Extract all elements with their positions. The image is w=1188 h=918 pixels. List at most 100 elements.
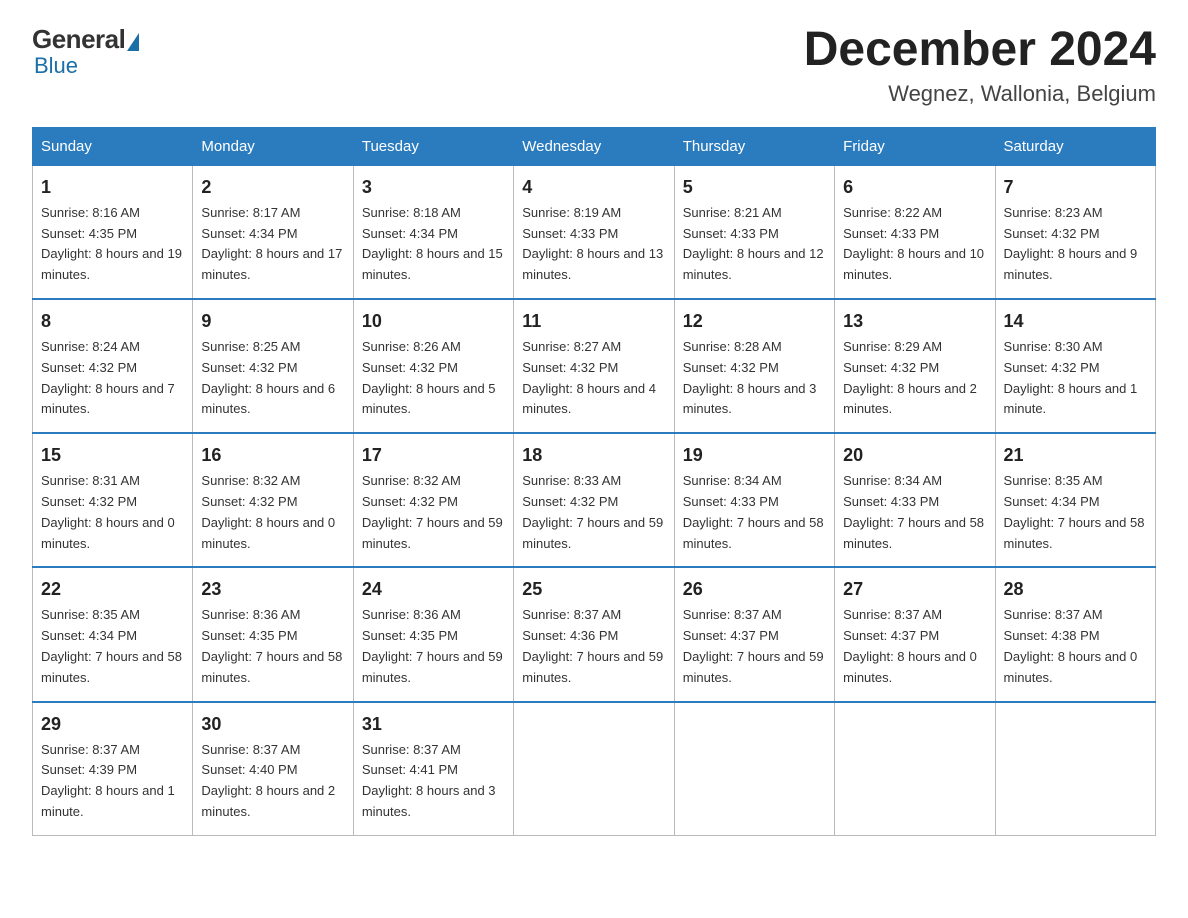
calendar-cell: [674, 702, 834, 836]
calendar-cell: 7Sunrise: 8:23 AMSunset: 4:32 PMDaylight…: [995, 165, 1155, 299]
day-info: Sunrise: 8:35 AMSunset: 4:34 PMDaylight:…: [1004, 471, 1147, 554]
day-info: Sunrise: 8:19 AMSunset: 4:33 PMDaylight:…: [522, 203, 665, 286]
calendar-cell: 2Sunrise: 8:17 AMSunset: 4:34 PMDaylight…: [193, 165, 353, 299]
day-number: 20: [843, 442, 986, 469]
day-number: 10: [362, 308, 505, 335]
calendar-cell: 11Sunrise: 8:27 AMSunset: 4:32 PMDayligh…: [514, 299, 674, 433]
calendar-cell: 23Sunrise: 8:36 AMSunset: 4:35 PMDayligh…: [193, 567, 353, 701]
calendar-week-row: 15Sunrise: 8:31 AMSunset: 4:32 PMDayligh…: [33, 433, 1156, 567]
day-number: 25: [522, 576, 665, 603]
calendar-week-row: 8Sunrise: 8:24 AMSunset: 4:32 PMDaylight…: [33, 299, 1156, 433]
calendar-body: 1Sunrise: 8:16 AMSunset: 4:35 PMDaylight…: [33, 165, 1156, 835]
page-header: General Blue December 2024 Wegnez, Wallo…: [32, 24, 1156, 107]
day-number: 27: [843, 576, 986, 603]
calendar-header: Sunday Monday Tuesday Wednesday Thursday…: [33, 127, 1156, 165]
logo-blue-text: Blue: [34, 53, 78, 79]
day-info: Sunrise: 8:30 AMSunset: 4:32 PMDaylight:…: [1004, 337, 1147, 420]
day-info: Sunrise: 8:27 AMSunset: 4:32 PMDaylight:…: [522, 337, 665, 420]
day-info: Sunrise: 8:21 AMSunset: 4:33 PMDaylight:…: [683, 203, 826, 286]
day-number: 6: [843, 174, 986, 201]
calendar-cell: 8Sunrise: 8:24 AMSunset: 4:32 PMDaylight…: [33, 299, 193, 433]
logo-general-text: General: [32, 24, 125, 55]
calendar-cell: [995, 702, 1155, 836]
calendar-cell: 6Sunrise: 8:22 AMSunset: 4:33 PMDaylight…: [835, 165, 995, 299]
calendar-cell: 14Sunrise: 8:30 AMSunset: 4:32 PMDayligh…: [995, 299, 1155, 433]
location-text: Wegnez, Wallonia, Belgium: [804, 81, 1156, 107]
header-row: Sunday Monday Tuesday Wednesday Thursday…: [33, 127, 1156, 165]
calendar-cell: 27Sunrise: 8:37 AMSunset: 4:37 PMDayligh…: [835, 567, 995, 701]
col-friday: Friday: [835, 127, 995, 165]
day-number: 16: [201, 442, 344, 469]
day-info: Sunrise: 8:29 AMSunset: 4:32 PMDaylight:…: [843, 337, 986, 420]
day-info: Sunrise: 8:17 AMSunset: 4:34 PMDaylight:…: [201, 203, 344, 286]
col-tuesday: Tuesday: [353, 127, 513, 165]
calendar-cell: 12Sunrise: 8:28 AMSunset: 4:32 PMDayligh…: [674, 299, 834, 433]
calendar-cell: 20Sunrise: 8:34 AMSunset: 4:33 PMDayligh…: [835, 433, 995, 567]
calendar-cell: [514, 702, 674, 836]
day-number: 5: [683, 174, 826, 201]
day-info: Sunrise: 8:36 AMSunset: 4:35 PMDaylight:…: [362, 605, 505, 688]
day-info: Sunrise: 8:22 AMSunset: 4:33 PMDaylight:…: [843, 203, 986, 286]
day-info: Sunrise: 8:26 AMSunset: 4:32 PMDaylight:…: [362, 337, 505, 420]
calendar-cell: 29Sunrise: 8:37 AMSunset: 4:39 PMDayligh…: [33, 702, 193, 836]
calendar-cell: 25Sunrise: 8:37 AMSunset: 4:36 PMDayligh…: [514, 567, 674, 701]
day-info: Sunrise: 8:32 AMSunset: 4:32 PMDaylight:…: [362, 471, 505, 554]
title-area: December 2024 Wegnez, Wallonia, Belgium: [804, 24, 1156, 107]
day-number: 30: [201, 711, 344, 738]
logo-triangle-icon: [127, 33, 139, 51]
day-info: Sunrise: 8:24 AMSunset: 4:32 PMDaylight:…: [41, 337, 184, 420]
col-monday: Monday: [193, 127, 353, 165]
day-number: 26: [683, 576, 826, 603]
day-info: Sunrise: 8:28 AMSunset: 4:32 PMDaylight:…: [683, 337, 826, 420]
col-wednesday: Wednesday: [514, 127, 674, 165]
calendar-cell: 4Sunrise: 8:19 AMSunset: 4:33 PMDaylight…: [514, 165, 674, 299]
day-info: Sunrise: 8:37 AMSunset: 4:36 PMDaylight:…: [522, 605, 665, 688]
calendar-week-row: 29Sunrise: 8:37 AMSunset: 4:39 PMDayligh…: [33, 702, 1156, 836]
calendar-cell: 10Sunrise: 8:26 AMSunset: 4:32 PMDayligh…: [353, 299, 513, 433]
day-number: 18: [522, 442, 665, 469]
day-number: 28: [1004, 576, 1147, 603]
day-number: 8: [41, 308, 184, 335]
day-number: 22: [41, 576, 184, 603]
day-info: Sunrise: 8:33 AMSunset: 4:32 PMDaylight:…: [522, 471, 665, 554]
day-info: Sunrise: 8:16 AMSunset: 4:35 PMDaylight:…: [41, 203, 184, 286]
calendar-cell: 24Sunrise: 8:36 AMSunset: 4:35 PMDayligh…: [353, 567, 513, 701]
day-number: 14: [1004, 308, 1147, 335]
calendar-cell: 28Sunrise: 8:37 AMSunset: 4:38 PMDayligh…: [995, 567, 1155, 701]
calendar-cell: 30Sunrise: 8:37 AMSunset: 4:40 PMDayligh…: [193, 702, 353, 836]
day-number: 12: [683, 308, 826, 335]
calendar-cell: 13Sunrise: 8:29 AMSunset: 4:32 PMDayligh…: [835, 299, 995, 433]
day-info: Sunrise: 8:32 AMSunset: 4:32 PMDaylight:…: [201, 471, 344, 554]
calendar-cell: [835, 702, 995, 836]
day-info: Sunrise: 8:25 AMSunset: 4:32 PMDaylight:…: [201, 337, 344, 420]
day-info: Sunrise: 8:37 AMSunset: 4:40 PMDaylight:…: [201, 740, 344, 823]
calendar-cell: 17Sunrise: 8:32 AMSunset: 4:32 PMDayligh…: [353, 433, 513, 567]
calendar-cell: 26Sunrise: 8:37 AMSunset: 4:37 PMDayligh…: [674, 567, 834, 701]
col-saturday: Saturday: [995, 127, 1155, 165]
month-title: December 2024: [804, 24, 1156, 77]
day-info: Sunrise: 8:35 AMSunset: 4:34 PMDaylight:…: [41, 605, 184, 688]
day-number: 1: [41, 174, 184, 201]
calendar-table: Sunday Monday Tuesday Wednesday Thursday…: [32, 127, 1156, 836]
day-info: Sunrise: 8:31 AMSunset: 4:32 PMDaylight:…: [41, 471, 184, 554]
calendar-week-row: 22Sunrise: 8:35 AMSunset: 4:34 PMDayligh…: [33, 567, 1156, 701]
day-info: Sunrise: 8:37 AMSunset: 4:39 PMDaylight:…: [41, 740, 184, 823]
logo: General Blue: [32, 24, 141, 79]
calendar-cell: 18Sunrise: 8:33 AMSunset: 4:32 PMDayligh…: [514, 433, 674, 567]
calendar-cell: 31Sunrise: 8:37 AMSunset: 4:41 PMDayligh…: [353, 702, 513, 836]
day-number: 15: [41, 442, 184, 469]
col-thursday: Thursday: [674, 127, 834, 165]
day-number: 23: [201, 576, 344, 603]
day-info: Sunrise: 8:23 AMSunset: 4:32 PMDaylight:…: [1004, 203, 1147, 286]
day-number: 29: [41, 711, 184, 738]
calendar-cell: 15Sunrise: 8:31 AMSunset: 4:32 PMDayligh…: [33, 433, 193, 567]
calendar-cell: 3Sunrise: 8:18 AMSunset: 4:34 PMDaylight…: [353, 165, 513, 299]
day-number: 9: [201, 308, 344, 335]
day-info: Sunrise: 8:36 AMSunset: 4:35 PMDaylight:…: [201, 605, 344, 688]
day-info: Sunrise: 8:18 AMSunset: 4:34 PMDaylight:…: [362, 203, 505, 286]
day-number: 21: [1004, 442, 1147, 469]
calendar-cell: 1Sunrise: 8:16 AMSunset: 4:35 PMDaylight…: [33, 165, 193, 299]
calendar-cell: 21Sunrise: 8:35 AMSunset: 4:34 PMDayligh…: [995, 433, 1155, 567]
day-info: Sunrise: 8:37 AMSunset: 4:38 PMDaylight:…: [1004, 605, 1147, 688]
day-info: Sunrise: 8:37 AMSunset: 4:37 PMDaylight:…: [683, 605, 826, 688]
